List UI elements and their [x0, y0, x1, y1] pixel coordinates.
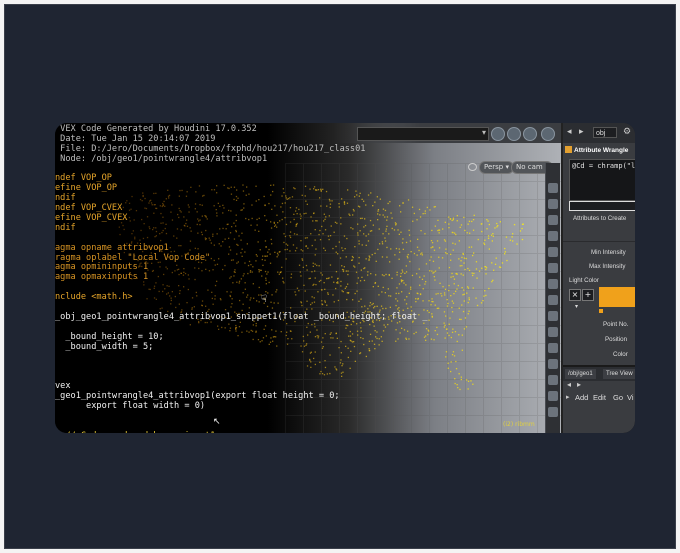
code-line: efine VOP_OP	[55, 183, 118, 194]
parameter-pane: ◂ ▸ obj ⚙ Attribute Wrangle @Cd = chramp…	[561, 123, 635, 433]
vex-snippet-text: @Cd = chramp("lig	[572, 162, 635, 170]
menu-toggle-icon[interactable]: ▸	[566, 393, 570, 401]
point-no-label: Point No.	[603, 321, 629, 328]
ramp-key-marker[interactable]	[599, 309, 603, 313]
code-line: _bound_width = 5;	[55, 341, 154, 352]
point-tool-icon[interactable]	[548, 311, 558, 321]
tree-menu-bar: ▸ Add Edit Go Vi	[563, 391, 635, 405]
light-color-ramp[interactable]	[599, 287, 635, 307]
ramp-remove-button[interactable]: ×	[569, 289, 581, 301]
tree-nav-bar: ◂ ▸	[563, 380, 635, 390]
code-line: // Code produced by: snippet1	[55, 431, 555, 433]
position-label: Position	[605, 336, 628, 343]
tab-path[interactable]: /obj/geo1	[565, 369, 596, 379]
ramp-add-button[interactable]: +	[582, 289, 594, 301]
attrs-to-create-label: Attributes to Create	[573, 215, 627, 222]
outer-frame: ▾ Persp ▾ No cam ▾ VEX Code Generated by…	[4, 4, 676, 549]
normal-tool-icon[interactable]	[548, 327, 558, 337]
code-line: export float width = 0)	[55, 400, 206, 411]
vex-code-overlay: VEX Code Generated by Houdini 17.0.352 D…	[55, 124, 555, 433]
node-title: Attribute Wrangle	[565, 145, 635, 157]
snap-tool-icon[interactable]	[548, 215, 558, 225]
tree-forward-icon[interactable]: ▸	[577, 380, 581, 389]
wrangle-node-icon	[565, 146, 572, 153]
viewport-side-toolbar	[545, 163, 560, 433]
camera-tool-icon[interactable]	[548, 295, 558, 305]
code-line: ndef VOP_OP	[55, 173, 112, 184]
display-tool-icon[interactable]	[548, 247, 558, 257]
node-title-label: Attribute Wrangle	[574, 147, 629, 154]
link-tool-icon[interactable]	[548, 375, 558, 385]
back-arrow-icon[interactable]: ◂	[567, 127, 572, 137]
houdini-screenshot: ▾ Persp ▾ No cam ▾ VEX Code Generated by…	[55, 123, 635, 433]
attribute-slider[interactable]	[569, 201, 635, 211]
light-color-label: Light Color	[569, 277, 599, 284]
tab-tree-view[interactable]: Tree View	[603, 369, 635, 379]
tree-back-icon[interactable]: ◂	[567, 380, 571, 389]
code-line: ndif	[55, 222, 76, 233]
color-label: Color	[613, 351, 628, 358]
code-line: nclude <math.h>	[55, 292, 133, 303]
network-path[interactable]: obj	[593, 127, 617, 138]
hand-cursor-icon: ☟	[261, 294, 268, 305]
code-line: efine VOP_CVEX	[55, 213, 128, 224]
mouse-pointer-icon: ↖	[213, 417, 221, 427]
brush-tool-icon[interactable]	[548, 343, 558, 353]
min-intensity-label: Min Intensity	[591, 249, 626, 256]
view-tool-icon[interactable]	[548, 199, 558, 209]
gear-icon[interactable]: ⚙	[623, 127, 631, 137]
code-line: _obj_geo1_pointwrangle4_attribvop1_snipp…	[55, 311, 428, 322]
settings-tool-icon[interactable]	[548, 391, 558, 401]
menu-view[interactable]: Vi	[627, 393, 634, 402]
grid-tool-icon[interactable]	[548, 231, 558, 241]
shade-tool-icon[interactable]	[548, 279, 558, 289]
max-intensity-label: Max Intensity	[589, 263, 626, 270]
code-line: ndif	[55, 193, 76, 204]
ramp-caret-icon[interactable]: ▾	[575, 303, 578, 310]
light-tool-icon[interactable]	[548, 263, 558, 273]
forward-arrow-icon[interactable]: ▸	[579, 127, 584, 137]
scene-viewport[interactable]: ▾ Persp ▾ No cam ▾ VEX Code Generated by…	[55, 123, 561, 433]
pane-header: ◂ ▸ obj ⚙	[563, 123, 635, 143]
code-line: agma opmaxinputs 1	[55, 272, 149, 283]
code-line: ndef VOP_CVEX	[55, 203, 123, 214]
code-line: Node: /obj/geo1/pointwrangle4/attribvop1	[55, 153, 268, 164]
menu-add[interactable]: Add	[575, 393, 588, 402]
viewport-corner-label: (i2) ribmm	[503, 421, 535, 428]
info-tool-icon[interactable]	[548, 407, 558, 417]
vex-expression-field[interactable]: @Cd = chramp("lig	[569, 159, 635, 201]
menu-go[interactable]: Go	[613, 393, 623, 402]
select-tool-icon[interactable]	[548, 183, 558, 193]
tree-pane-tabs: /obj/geo1 Tree View	[563, 365, 635, 381]
menu-edit[interactable]: Edit	[593, 393, 606, 402]
measure-tool-icon[interactable]	[548, 359, 558, 369]
divider	[563, 241, 635, 242]
